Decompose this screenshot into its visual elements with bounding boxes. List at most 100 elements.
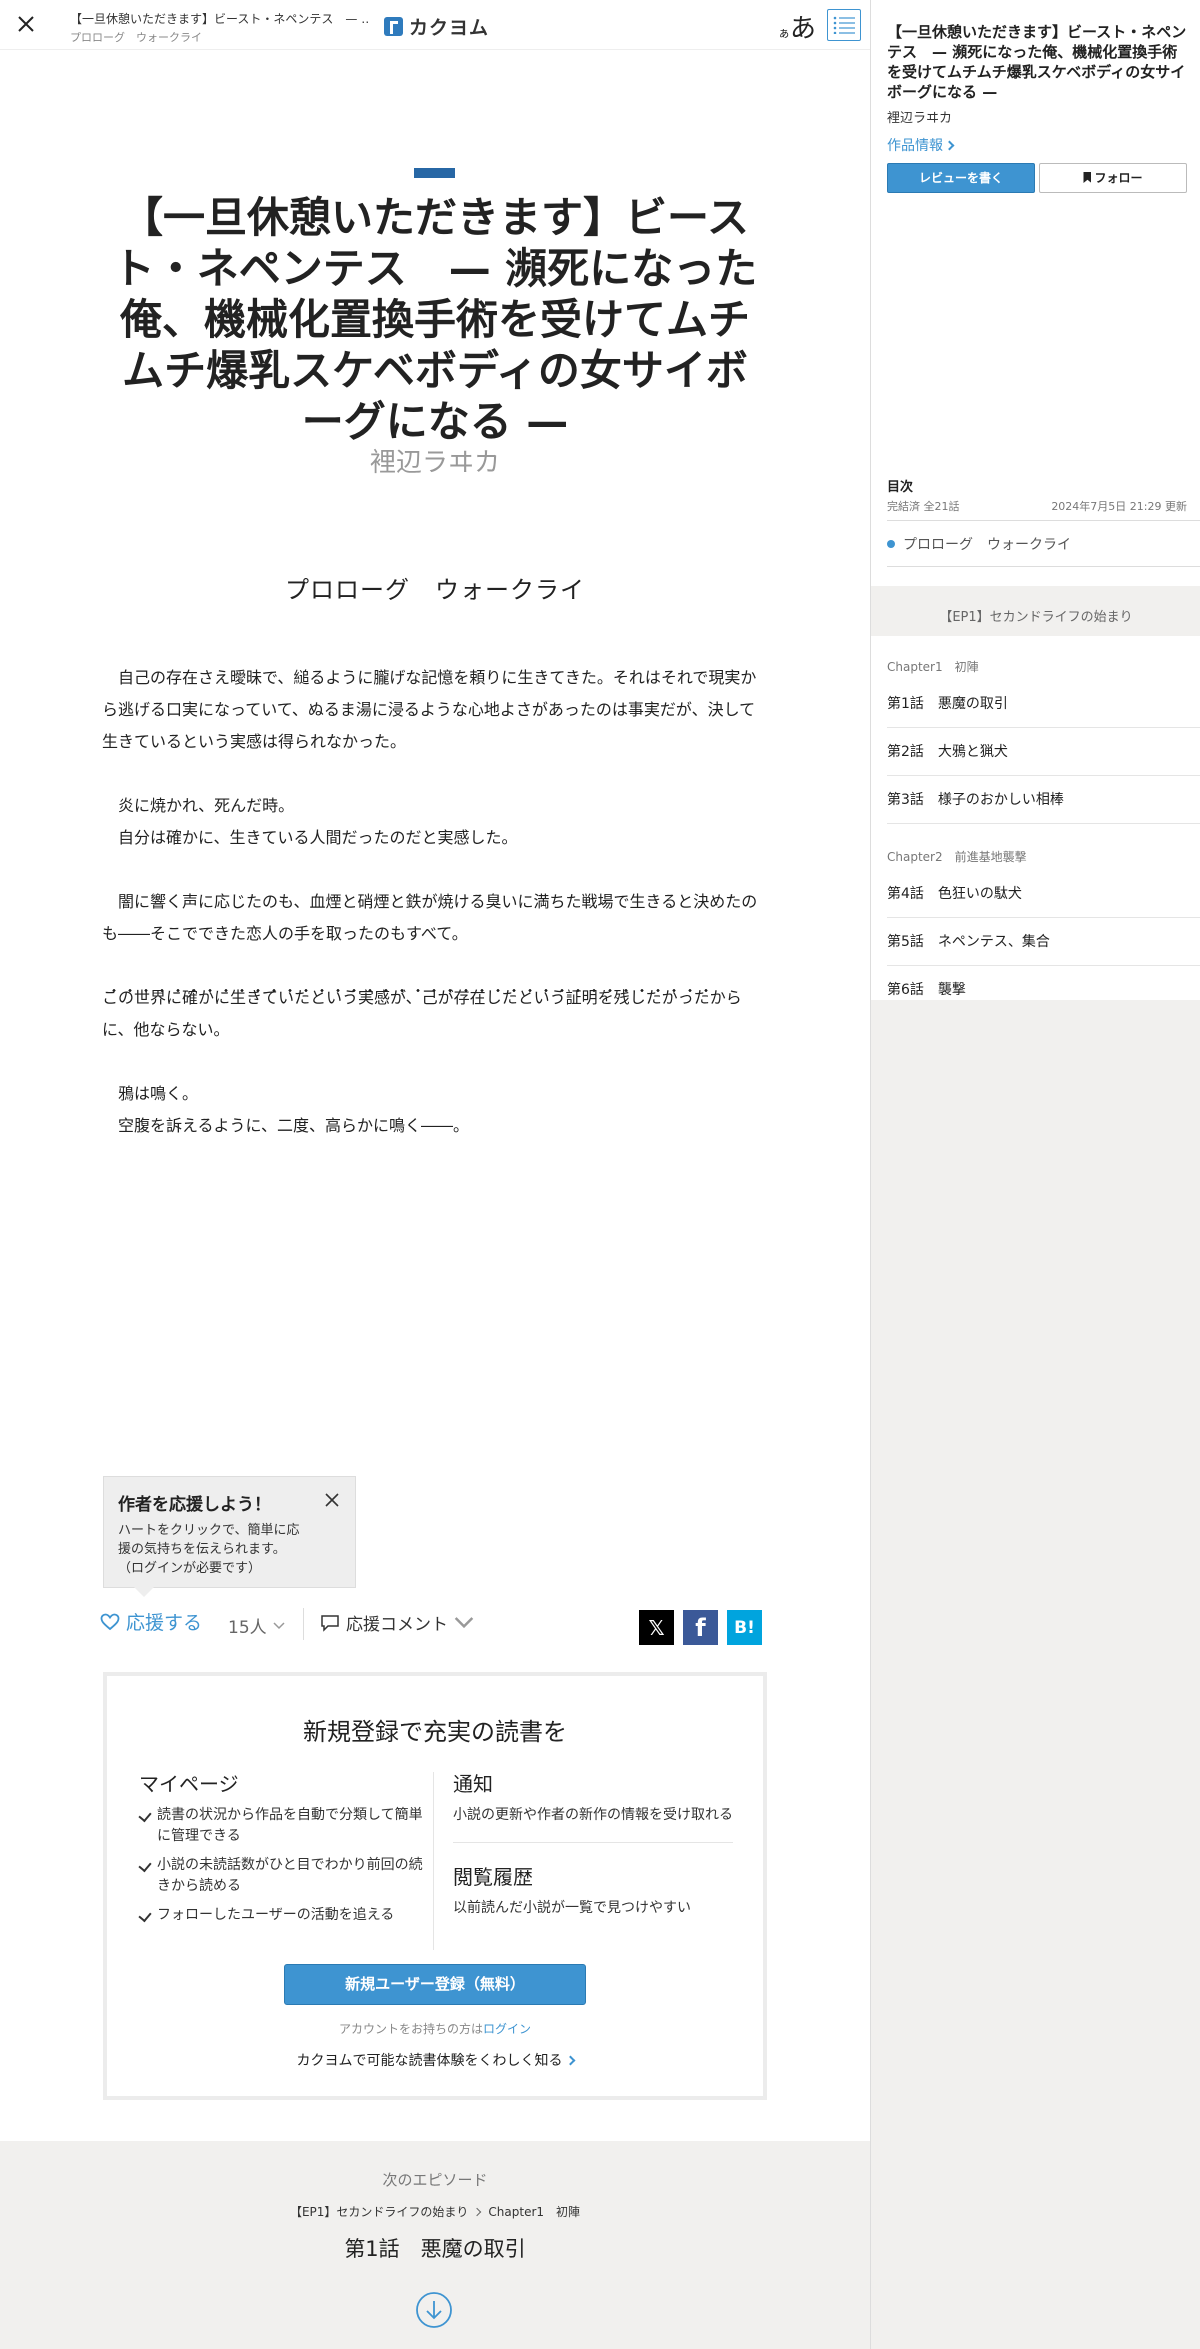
share-facebook-button[interactable]: f <box>683 1610 718 1645</box>
font-small-glyph: ぁ <box>778 26 791 40</box>
cheer-desc-line: ハートをクリックで、簡単に応 <box>118 1523 300 1538</box>
close-icon[interactable] <box>323 1491 341 1509</box>
font-large-glyph: あ <box>790 14 817 44</box>
paragraph: 炎に焼かれ、死んだ時。 <box>118 796 295 815</box>
chevron-down-icon <box>454 1616 474 1628</box>
paragraph: 自己の存在さえ曖昧で、縋るように朧げな記憶を頼りに生きてきた。それはそれで現実か… <box>102 668 757 751</box>
cheer-tooltip-title: 作者を応援しよう！ <box>118 1495 271 1515</box>
toc-episode-item[interactable]: 第3話 様子のおかしい相棒 <box>887 776 1200 824</box>
signup-heading: 新規登録で充実の読書を <box>303 1718 567 1746</box>
paragraph: 空腹を訴えるように、二度、高らかに鳴く――。 <box>118 1116 470 1135</box>
breadcrumb-chapter: Chapter1 初陣 <box>488 2205 581 2219</box>
kakuyomu-logo[interactable]: カクヨム <box>384 13 489 40</box>
next-episode-label: 次のエピソード <box>382 2171 488 2189</box>
write-review-button[interactable]: レビューを書く <box>887 163 1035 193</box>
toc-episode-item[interactable]: 第5話 ネペンテス、集合 <box>887 918 1200 966</box>
divider <box>887 520 1200 521</box>
list-item: 小説の未読話数がひと目でわかり前回の続きから読める <box>139 1855 431 1897</box>
mypage-title: マイページ <box>139 1772 239 1796</box>
notice-title: 通知 <box>453 1772 493 1796</box>
breadcrumb: 【EP1】セカンドライフの始まり Chapter1 初陣 <box>0 2203 870 2220</box>
cheer-tooltip: 作者を応援しよう！ ハートをクリックで、簡単に応 援の気持ちを伝えられます。 （… <box>103 1476 356 1597</box>
top-bar: 【一旦休憩いただきます】ビースト・ネペンテス — … プロローグ ウォークライ … <box>0 0 870 50</box>
bookmark-plus-icon <box>1083 172 1092 183</box>
paragraph: 闇に響く声に応じたのも、血煙と硝煙と鉄が焼ける臭いに満ちた戦場で生きると決めたの… <box>102 892 758 943</box>
sidebar-work-title[interactable]: 【一旦休憩いただきます】ビースト・ネペンテス — 瀕死になった俺、機械化置換手術… <box>887 22 1187 102</box>
toc-item-prologue[interactable]: プロローグ ウォークライ <box>887 534 1071 554</box>
login-prefix: アカウントをお持ちの方は <box>338 2022 483 2036</box>
divider <box>887 566 1200 567</box>
sidebar-work-info: 【一旦休憩いただきます】ビースト・ネペンテス — 瀕死になった俺、機械化置換手術… <box>871 0 1200 586</box>
chevron-right-icon <box>944 140 955 151</box>
chevron-right-icon <box>473 2207 482 2217</box>
paragraph: 自分は確かに、生きている人間だったのだと実感した。 <box>118 828 518 847</box>
login-link[interactable]: ログイン <box>483 2022 531 2036</box>
top-work-title[interactable]: 【一旦休憩いただきます】ビースト・ネペンテス — … <box>70 10 370 27</box>
toc-episode-item[interactable]: 第2話 大鴉と猟犬 <box>887 728 1200 776</box>
breadcrumb-ep: 【EP1】セカンドライフの始まり <box>289 2205 469 2219</box>
signup-promo: 新規登録で充実の読書を マイページ 読書の状況から作品を自動で分類して簡単に管理… <box>103 1672 767 2100</box>
comment-label: 応援コメント <box>346 1615 448 1635</box>
work-title[interactable]: 【一旦休憩いただきます】ビースト・ネペンテス — 瀕死になった俺、機械化置換手術… <box>102 192 768 447</box>
chevron-down-icon <box>273 1621 285 1629</box>
author-name[interactable]: 裡辺ラヰカ <box>0 442 870 479</box>
paragraph: 鴉は鳴く。 <box>118 1084 199 1103</box>
cheer-label: 応援する <box>126 1612 203 1634</box>
divider <box>453 1842 733 1843</box>
toc-chapter-2: Chapter2 前進基地襲撃 <box>887 850 1027 864</box>
toc-heading: 目次 <box>887 480 914 495</box>
close-icon[interactable] <box>14 12 38 36</box>
toc-episode-item[interactable]: 第4話 色狂いの駄犬 <box>887 870 1200 918</box>
table-of-contents-button[interactable] <box>827 9 861 41</box>
toc-episode-item[interactable]: 第1話 悪魔の取引 <box>887 680 1200 728</box>
current-dot-icon <box>887 540 895 548</box>
emphasized-paragraph: この世界に確かに生きていたという実感が、己が存在したという証明を残したかったから… <box>102 982 768 1046</box>
emphasis-text-1: この世界に確かに生きていたという実感が、己が存在したという証明を残したかった <box>102 988 710 1007</box>
toc-sidebar: 【一旦休憩いただきます】ビースト・ネペンテス — 瀕死になった俺、機械化置換手術… <box>870 0 1200 2349</box>
toc-episode-item[interactable]: 第6話 襲撃 <box>887 966 1200 1014</box>
history-title: 閲覧履歴 <box>453 1865 533 1889</box>
toc-item-label: プロローグ ウォークライ <box>903 537 1071 553</box>
mypage-features: 読書の状況から作品を自動で分類して簡単に管理できる 小説の未読話数がひと目でわか… <box>139 1805 431 1926</box>
cheer-desc-line: （ログインが必要です） <box>118 1561 262 1576</box>
work-info-label: 作品情報 <box>887 138 943 154</box>
toc-chapter-1: Chapter1 初陣 <box>887 660 979 674</box>
cheer-desc-line: 援の気持ちを伝えられます。 <box>118 1542 286 1557</box>
toc-status: 完結済 全21話 <box>887 500 960 513</box>
next-episode-section: 次のエピソード 【EP1】セカンドライフの始まり Chapter1 初陣 第1話 … <box>0 2141 870 2349</box>
cheer-count-toggle[interactable]: 15人 <box>228 1613 285 1638</box>
font-settings-button[interactable]: ぁあ <box>778 8 816 45</box>
toc-episode-list: Chapter1 初陣 第1話 悪魔の取引 第2話 大鴉と猟犬 第3話 様子のお… <box>871 636 1200 1000</box>
heart-icon <box>100 1613 120 1630</box>
comment-icon <box>321 1614 339 1632</box>
history-desc: 以前読んだ小説が一覧で見つけやすい <box>453 1900 691 1916</box>
arrow-down-circle-icon[interactable] <box>415 2291 453 2329</box>
notice-desc: 小説の更新や作者の新作の情報を受け取れる <box>453 1807 733 1823</box>
cheer-count: 15人 <box>228 1618 267 1638</box>
cheer-comment-button[interactable]: 応援コメント <box>320 1610 474 1635</box>
follow-button[interactable]: フォロー <box>1039 163 1187 193</box>
toc-ep-heading: 【EP1】セカンドライフの始まり <box>939 610 1133 625</box>
notice-column: 通知 小説の更新や作者の新作の情報を受け取れる 閲覧履歴 以前読んだ小説が一覧で… <box>453 1768 735 1919</box>
episode-title: プロローグ ウォークライ <box>285 576 585 604</box>
toc-updated: 2024年7月5日 21:29 更新 <box>1051 500 1187 513</box>
cheer-button[interactable]: 応援する <box>100 1608 202 1635</box>
chevron-right-icon <box>565 2055 575 2066</box>
toc-meta: 完結済 全21話 2024年7月5日 21:29 更新 <box>887 498 1187 514</box>
register-button[interactable]: 新規ユーザー登録（無料） <box>284 1964 586 2005</box>
share-hatena-button[interactable]: B! <box>727 1610 762 1645</box>
learn-more-label: カクヨムで可能な読書体験をくわしく知る <box>296 2053 563 2069</box>
learn-more-link[interactable]: カクヨムで可能な読書体験をくわしく知る <box>107 2050 763 2070</box>
follow-label: フォロー <box>1094 171 1143 185</box>
login-prompt: アカウントをお持ちの方はログイン <box>107 2020 763 2037</box>
next-episode-title[interactable]: 第1話 悪魔の取引 <box>0 2233 870 2263</box>
list-item: 読書の状況から作品を自動で分類して簡単に管理できる <box>139 1805 431 1847</box>
sidebar-author[interactable]: 裡辺ラヰカ <box>887 107 952 126</box>
divider <box>433 1772 434 1950</box>
share-x-button[interactable]: 𝕏 <box>639 1610 674 1645</box>
logo-mark-icon <box>384 17 403 36</box>
cheer-tooltip-desc: ハートをクリックで、簡単に応 援の気持ちを伝えられます。 （ログインが必要です） <box>118 1521 341 1578</box>
work-info-link[interactable]: 作品情報 <box>887 135 955 155</box>
